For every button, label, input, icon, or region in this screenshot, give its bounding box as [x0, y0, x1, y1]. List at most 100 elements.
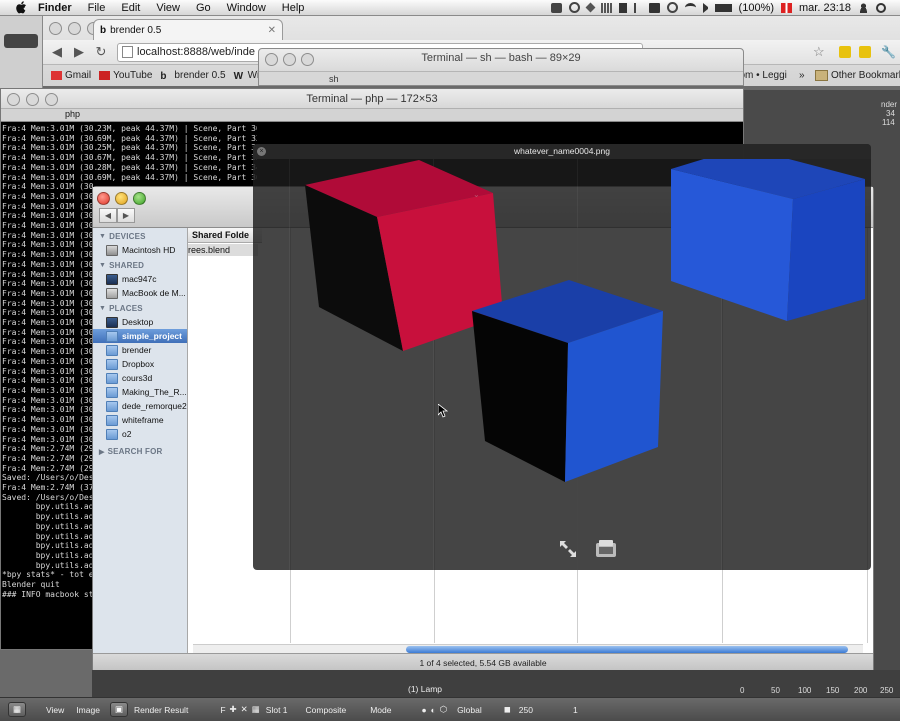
gear-icon[interactable]	[568, 2, 580, 13]
sidebar-item-o2[interactable]: o2	[93, 427, 187, 441]
sidebar-item-brender[interactable]: brender	[93, 343, 187, 357]
volume-icon[interactable]	[702, 2, 708, 13]
battery-icon[interactable]	[714, 3, 732, 12]
shading-icon[interactable]: ◐	[431, 705, 436, 715]
terminal-line: Fra:4 Mem:3.01M (30.2	[2, 259, 98, 269]
places-header[interactable]: ▼ PLACES	[99, 304, 187, 313]
image-browse-icon[interactable]: ▣	[109, 702, 128, 717]
close-button[interactable]	[49, 22, 62, 35]
close-icon[interactable]: ×	[257, 147, 266, 156]
forward-button[interactable]: ▶	[117, 208, 135, 223]
fullscreen-icon[interactable]	[558, 539, 578, 559]
current-frame-field[interactable]: 1	[573, 705, 578, 715]
scrollbar-thumb[interactable]	[406, 646, 848, 653]
minimize-button[interactable]	[115, 192, 128, 205]
terminal-line: Fra:4 Mem:3.01M (30.2	[2, 240, 98, 250]
tab-close-icon[interactable]: ✕	[268, 25, 276, 36]
sidebar-item-dede-remorque2[interactable]: dede_remorque2	[93, 399, 187, 413]
minimize-button[interactable]	[68, 22, 81, 35]
terminal-line: Fra:4 Mem:3.01M (30.2	[2, 415, 98, 425]
frame-end-field[interactable]: 250	[519, 705, 533, 715]
back-button[interactable]: ◀	[49, 44, 65, 60]
bookmark-gmail[interactable]: Gmail	[51, 70, 91, 81]
add-icon[interactable]: ✚	[230, 704, 237, 715]
menu-help[interactable]: Help	[282, 2, 305, 14]
terminal-line: Fra:4 Mem:3.01M (30.6	[2, 250, 98, 260]
sidebar-item-desktop[interactable]: Desktop	[93, 315, 187, 329]
editor-type-icon[interactable]: ▦	[8, 702, 27, 717]
forward-button[interactable]: ▶	[71, 44, 87, 60]
terminal-line: Blender quit	[2, 580, 60, 590]
menu-edit[interactable]: Edit	[121, 2, 140, 14]
menu-image[interactable]: Image	[76, 705, 100, 715]
open-with-icon[interactable]	[594, 539, 618, 559]
grid-icon[interactable]	[600, 2, 612, 13]
sidebar-item-cours3d[interactable]: cours3d	[93, 371, 187, 385]
bookmarks-overflow[interactable]: »	[799, 70, 805, 81]
menu-go[interactable]: Go	[196, 2, 211, 14]
menu-window[interactable]: Window	[227, 2, 266, 14]
spotlight-icon[interactable]	[876, 2, 886, 13]
sidebar-item-macbook[interactable]: MacBook de M...	[93, 286, 187, 300]
wifi-icon[interactable]	[684, 3, 696, 12]
terminal-tab[interactable]: php	[1, 108, 743, 121]
wrench-icon[interactable]: 🔧	[881, 45, 896, 59]
shared-header[interactable]: ▼ SHARED	[99, 261, 187, 270]
bluetooth-icon[interactable]	[633, 2, 642, 13]
devices-header[interactable]: ▼ DEVICES	[99, 232, 187, 241]
transform-orientation-dropdown[interactable]: Global	[457, 705, 482, 715]
timemachine-icon[interactable]	[666, 2, 678, 13]
sidebar-item-simple-project[interactable]: simple_project	[93, 329, 187, 343]
menu-view[interactable]: View	[156, 2, 180, 14]
pivot-icon[interactable]: ●	[421, 705, 426, 715]
reload-icon[interactable]: ↻	[93, 44, 109, 60]
camera-icon[interactable]	[550, 2, 562, 13]
sidebar-item-whiteframe[interactable]: whiteframe	[93, 413, 187, 427]
folder-icon	[106, 358, 118, 370]
timeline-ruler[interactable]: 0 50 100 150 200 250	[740, 686, 900, 696]
file-item[interactable]: rees.blend	[188, 244, 258, 256]
image-icon[interactable]: ▦	[252, 704, 260, 715]
sidebar-item-mac947c[interactable]: mac947c	[93, 272, 187, 286]
user-icon[interactable]	[858, 2, 869, 13]
menu-file[interactable]: File	[88, 2, 106, 14]
clock[interactable]: mar. 23:18	[799, 2, 851, 14]
terminal-line: bpy.utils.add	[2, 560, 98, 570]
terminal-line: 25M, peak 44.37M) | Scene, Part 32-64	[97, 143, 257, 153]
extension-icon[interactable]	[839, 46, 851, 58]
render-result-field[interactable]: Render Result	[134, 705, 188, 715]
browser-tab[interactable]: b brender 0.5 ✕	[93, 19, 283, 40]
unlink-icon[interactable]: ✕	[241, 704, 248, 715]
menu-finder[interactable]: Finder	[38, 2, 72, 14]
other-bookmarks[interactable]: Other Bookmarks	[815, 69, 900, 81]
dropbox-icon[interactable]	[585, 2, 595, 13]
star-icon[interactable]: ☆	[813, 44, 825, 60]
bookmark-brender[interactable]: b brender 0.5	[160, 70, 225, 82]
terminal-tab[interactable]: sh	[259, 71, 743, 85]
folder-icon	[815, 69, 828, 81]
extension-icon-2[interactable]	[859, 46, 871, 58]
apple-menu-icon[interactable]	[14, 1, 28, 15]
sidebar-item-dropbox[interactable]: Dropbox	[93, 357, 187, 371]
script-icon[interactable]	[618, 2, 627, 13]
back-button[interactable]: ◀	[99, 208, 117, 223]
mode-dropdown[interactable]: Mode	[370, 705, 391, 715]
column-header[interactable]: Shared Folde	[188, 228, 262, 243]
menu-view-blender[interactable]: View	[46, 705, 64, 715]
sidebar-item-macintosh-hd[interactable]: Macintosh HD	[93, 243, 187, 257]
fake-user-button[interactable]: F	[220, 705, 225, 715]
slot-dropdown[interactable]: Slot 1	[266, 705, 288, 715]
sidebar-item-making-the-r[interactable]: Making_The_R...	[93, 385, 187, 399]
display-icon[interactable]	[648, 2, 660, 13]
search-for-header[interactable]: ▶ SEARCH FOR	[99, 447, 187, 456]
terminal-line: 69M, peak 44.37M) | Scene, Part 33-64	[97, 133, 257, 143]
flag-icon[interactable]	[781, 2, 793, 13]
close-button[interactable]	[97, 192, 110, 205]
zoom-button[interactable]	[133, 192, 146, 205]
quicklook-title: whatever_name0004.png	[253, 144, 871, 159]
manipulator-icon[interactable]: ⬡	[440, 704, 447, 715]
bookmark-youtube[interactable]: YouTube	[99, 70, 152, 81]
terminal-line: Fra:4 Mem:3.01M (30.6	[2, 347, 98, 357]
composite-dropdown[interactable]: Composite	[306, 705, 347, 715]
layer-icon[interactable]: ◼	[504, 704, 511, 715]
